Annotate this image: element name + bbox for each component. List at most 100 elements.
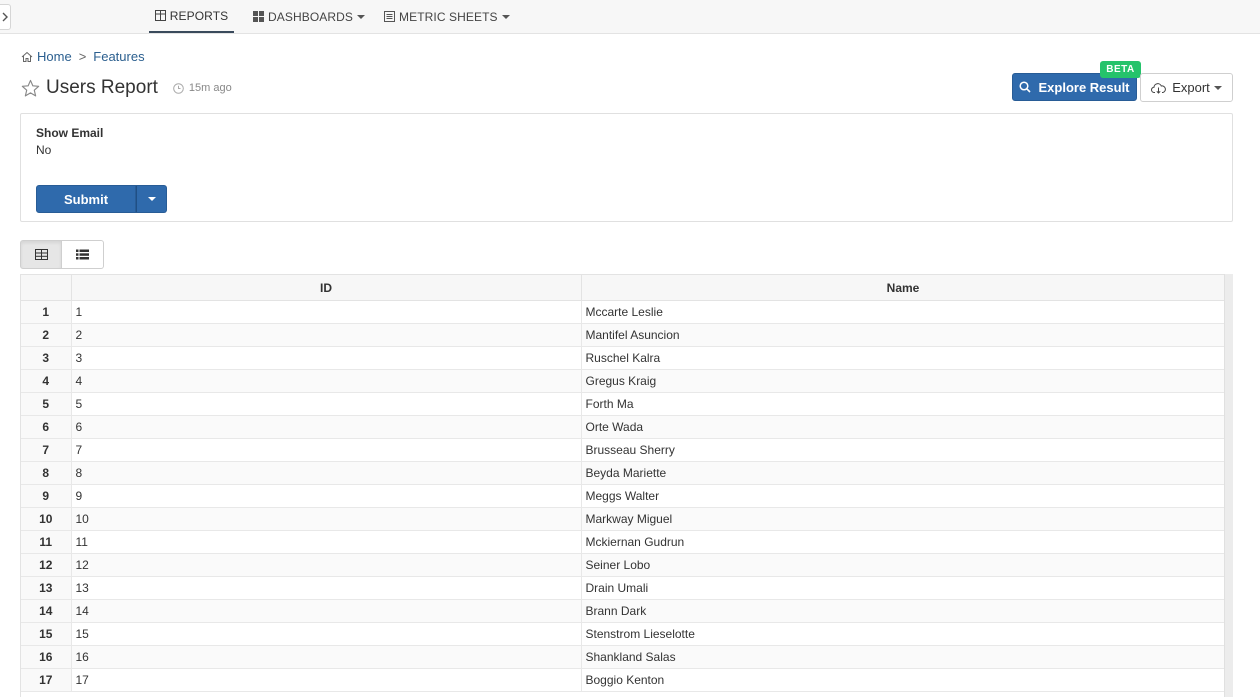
- cell-name: Brusseau Sherry: [581, 438, 1226, 462]
- breadcrumb-features-link[interactable]: Features: [93, 49, 144, 64]
- table-row[interactable]: 14 14 Brann Dark: [21, 599, 1226, 623]
- cell-id: 16: [71, 645, 582, 669]
- cell-id: 3: [71, 346, 582, 370]
- row-number-header: [21, 274, 72, 301]
- cell-name: Stenstrom Lieselotte: [581, 622, 1226, 646]
- explore-result-label: Explore Result: [1038, 79, 1130, 95]
- table-row[interactable]: 6 6 Orte Wada: [21, 415, 1226, 439]
- cell-name: Shankland Salas: [581, 645, 1226, 669]
- table-header-row: ID Name: [21, 274, 1226, 301]
- chevron-right-icon: [2, 12, 8, 22]
- export-button[interactable]: Export: [1140, 73, 1233, 102]
- row-number: 17: [21, 668, 72, 692]
- table-row[interactable]: 7 7 Brusseau Sherry: [21, 438, 1226, 462]
- cell-id: 13: [71, 576, 582, 600]
- time-ago-text: 15m ago: [188, 82, 232, 94]
- chevron-down-icon: [357, 14, 366, 19]
- row-number: 8: [21, 461, 72, 485]
- cell-id: 4: [71, 369, 582, 393]
- cell-id: 6: [71, 415, 582, 439]
- results-table-container: ID Name 1 1 Mccarte Leslie 2 2 Mantifel Asunc…: [20, 274, 1233, 697]
- cell-name: Brann Dark: [581, 599, 1226, 623]
- table-row[interactable]: 4 4 Gregus Kraig: [21, 369, 1226, 393]
- breadcrumb-separator: >: [78, 49, 87, 64]
- tab-dashboards[interactable]: DASHBOARDS: [253, 0, 366, 33]
- column-header-id[interactable]: ID: [71, 274, 582, 301]
- beta-badge: BETA: [1100, 61, 1141, 78]
- submit-dropdown-button[interactable]: [136, 185, 167, 213]
- table-row[interactable]: 8 8 Beyda Mariette: [21, 461, 1226, 485]
- cell-id: 10: [71, 507, 582, 531]
- dashboard-icon: [253, 11, 264, 22]
- cloud-download-icon: [1151, 82, 1167, 94]
- tab-metric-sheets-label: METRIC SHEETS: [399, 9, 498, 24]
- title-row: Users Report 15m ago: [21, 77, 232, 99]
- results-table: ID Name 1 1 Mccarte Leslie 2 2 Mantifel Asunc…: [21, 274, 1226, 692]
- table-row[interactable]: 5 5 Forth Ma: [21, 392, 1226, 416]
- cell-id: 11: [71, 530, 582, 554]
- star-icon[interactable]: [21, 79, 40, 98]
- tab-reports[interactable]: REPORTS: [149, 0, 234, 33]
- row-number: 2: [21, 323, 72, 347]
- home-icon: [21, 51, 33, 62]
- cell-name: Meggs Walter: [581, 484, 1226, 508]
- table-row[interactable]: 12 12 Seiner Lobo: [21, 553, 1226, 577]
- cell-name: Forth Ma: [581, 392, 1226, 416]
- filter-panel: Show Email No Submit: [20, 113, 1233, 222]
- cell-name: Orte Wada: [581, 415, 1226, 439]
- cell-id: 8: [71, 461, 582, 485]
- table-row[interactable]: 11 11 Mckiernan Gudrun: [21, 530, 1226, 554]
- table-scrollbar[interactable]: [1224, 274, 1233, 697]
- table-icon: [154, 10, 166, 21]
- cell-name: Beyda Mariette: [581, 461, 1226, 485]
- list-view-button[interactable]: [62, 240, 104, 269]
- table-body: 1 1 Mccarte Leslie 2 2 Mantifel Asuncion 3 3 Rus…: [21, 300, 1226, 692]
- table-row[interactable]: 1 1 Mccarte Leslie: [21, 300, 1226, 324]
- submit-button[interactable]: Submit: [36, 185, 136, 213]
- row-number: 10: [21, 507, 72, 531]
- cell-id: 15: [71, 622, 582, 646]
- row-number: 14: [21, 599, 72, 623]
- tab-metric-sheets[interactable]: METRIC SHEETS: [384, 0, 510, 33]
- row-number: 5: [21, 392, 72, 416]
- cell-name: Seiner Lobo: [581, 553, 1226, 577]
- breadcrumb-home-link[interactable]: Home: [37, 49, 72, 64]
- cell-id: 1: [71, 300, 582, 324]
- table-row[interactable]: 16 16 Shankland Salas: [21, 645, 1226, 669]
- last-updated: 15m ago: [173, 82, 232, 94]
- page-title: Users Report: [46, 77, 158, 98]
- table-row[interactable]: 9 9 Meggs Walter: [21, 484, 1226, 508]
- row-number: 16: [21, 645, 72, 669]
- cell-name: Gregus Kraig: [581, 369, 1226, 393]
- cell-id: 7: [71, 438, 582, 462]
- table-row[interactable]: 13 13 Drain Umali: [21, 576, 1226, 600]
- table-row[interactable]: 15 15 Stenstrom Lieselotte: [21, 622, 1226, 646]
- cell-id: 2: [71, 323, 582, 347]
- table-row[interactable]: 10 10 Markway Miguel: [21, 507, 1226, 531]
- cell-name: Mckiernan Gudrun: [581, 530, 1226, 554]
- cell-id: 9: [71, 484, 582, 508]
- cell-id: 12: [71, 553, 582, 577]
- table-view-button[interactable]: [20, 240, 62, 269]
- clock-icon: [173, 82, 184, 94]
- cell-id: 17: [71, 668, 582, 692]
- chevron-down-icon: [501, 14, 510, 19]
- sidebar-toggle[interactable]: [0, 4, 11, 30]
- table-row[interactable]: 3 3 Ruschel Kalra: [21, 346, 1226, 370]
- view-toggle: [20, 240, 104, 269]
- cell-id: 14: [71, 599, 582, 623]
- row-number: 13: [21, 576, 72, 600]
- cell-name: Drain Umali: [581, 576, 1226, 600]
- breadcrumb: Home > Features: [21, 49, 145, 64]
- list-icon: [384, 11, 395, 22]
- table-row[interactable]: 2 2 Mantifel Asuncion: [21, 323, 1226, 347]
- column-header-name[interactable]: Name: [581, 274, 1226, 301]
- row-number: 6: [21, 415, 72, 439]
- row-number: 9: [21, 484, 72, 508]
- search-icon: [1019, 81, 1032, 93]
- chevron-down-icon: [147, 197, 156, 201]
- chevron-down-icon: [1213, 85, 1222, 90]
- table-row[interactable]: 17 17 Boggio Kenton: [21, 668, 1226, 692]
- filter-value[interactable]: No: [36, 143, 51, 157]
- tab-reports-label: REPORTS: [169, 8, 229, 23]
